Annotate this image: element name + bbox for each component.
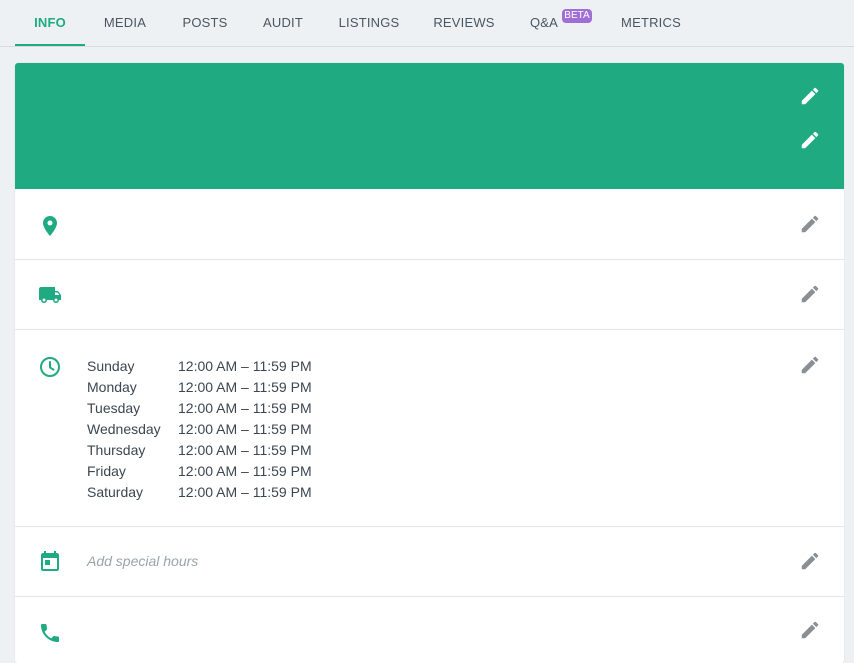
day-label: Friday <box>87 463 126 479</box>
edit-category-icon[interactable] <box>799 129 821 151</box>
tab-posts[interactable]: POSTS <box>175 0 235 46</box>
day-label: Monday <box>87 379 137 395</box>
phone-row <box>15 597 844 663</box>
time-range: 12:00 AM – 11:59 PM <box>178 358 312 374</box>
tab-listings[interactable]: LISTINGS <box>332 0 406 46</box>
clock-icon <box>40 357 60 377</box>
day-label: Tuesday <box>87 400 141 416</box>
hours-list-item: Tuesday 12:00 AM – 11:59 PM <box>87 398 347 419</box>
hours-list-item: Monday 12:00 AM – 11:59 PM <box>87 377 347 398</box>
map-pin-icon <box>43 216 57 236</box>
time-range: 12:00 AM – 11:59 PM <box>178 400 312 416</box>
edit-delivery-icon[interactable] <box>799 283 821 305</box>
tab-reviews[interactable]: REVIEWS <box>426 0 502 46</box>
edit-phone-icon[interactable] <box>799 619 821 641</box>
hours-list-item: Thursday 12:00 AM – 11:59 PM <box>87 440 347 461</box>
card-header <box>15 63 844 189</box>
time-range: 12:00 AM – 11:59 PM <box>178 463 312 479</box>
hours-list: Sunday 12:00 AM – 11:59 PM Monday 12:00 AM… <box>87 356 347 503</box>
day-label: Thursday <box>87 442 146 458</box>
edit-name-icon[interactable] <box>799 85 821 107</box>
tab-media[interactable]: MEDIA <box>95 0 155 46</box>
add-special-hours-link[interactable]: Add special hours <box>87 553 198 569</box>
truck-icon <box>39 287 61 303</box>
active-tab-indicator <box>15 44 85 46</box>
time-range: 12:00 AM – 11:59 PM <box>178 421 312 437</box>
hours-list-item: Sunday 12:00 AM – 11:59 PM <box>87 356 347 377</box>
hours-list-item: Saturday 12:00 AM – 11:59 PM <box>87 482 347 503</box>
hours-row: Sunday 12:00 AM – 11:59 PM Monday 12:00 AM… <box>15 330 844 527</box>
calendar-icon <box>41 551 59 571</box>
tab-metrics[interactable]: METRICS <box>612 0 690 46</box>
edit-hours-icon[interactable] <box>799 354 821 376</box>
day-label: Wednesday <box>87 421 161 437</box>
day-label: Sunday <box>87 358 135 374</box>
time-range: 12:00 AM – 11:59 PM <box>178 484 312 500</box>
tab-qa[interactable]: Q&A <box>522 0 566 46</box>
tab-audit[interactable]: AUDIT <box>254 0 312 46</box>
special-hours-row: Add special hours <box>15 527 844 597</box>
edit-address-icon[interactable] <box>799 213 821 235</box>
phone-icon <box>41 624 59 642</box>
delivery-row <box>15 260 844 330</box>
beta-badge: BETA <box>562 9 592 23</box>
business-info-card: Sunday 12:00 AM – 11:59 PM Monday 12:00 AM… <box>15 63 844 663</box>
hours-list-item: Friday 12:00 AM – 11:59 PM <box>87 461 347 482</box>
address-row <box>15 189 844 260</box>
edit-special-hours-icon[interactable] <box>799 550 821 572</box>
hours-list-item: Wednesday 12:00 AM – 11:59 PM <box>87 419 347 440</box>
time-range: 12:00 AM – 11:59 PM <box>178 442 312 458</box>
tab-info[interactable]: INFO <box>15 0 85 46</box>
tab-bar: INFO MEDIA POSTS AUDIT LISTINGS REVIEWS … <box>0 0 854 47</box>
time-range: 12:00 AM – 11:59 PM <box>178 379 312 395</box>
day-label: Saturday <box>87 484 144 500</box>
